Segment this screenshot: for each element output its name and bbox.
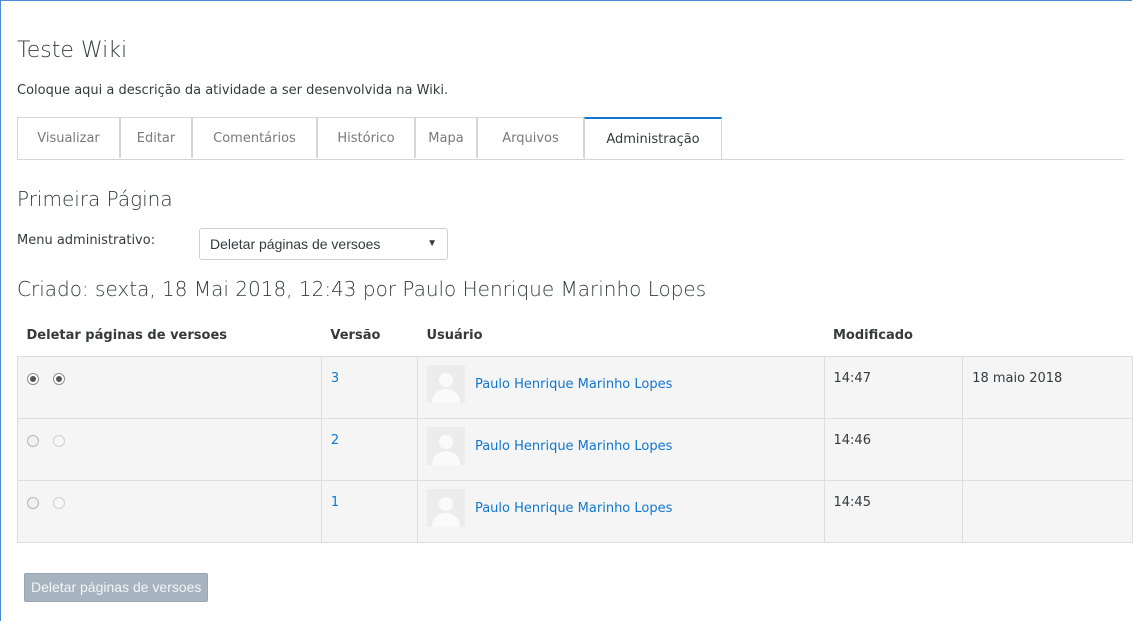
radio-from[interactable] <box>27 373 39 385</box>
date-cell <box>962 480 1133 543</box>
radio-to[interactable] <box>53 497 65 509</box>
tab-visualizar[interactable]: Visualizar <box>17 117 120 158</box>
column-header-version: Versão <box>330 327 381 343</box>
time-cell: 14:45 <box>823 480 964 543</box>
column-header-modified: Modificado <box>833 327 913 343</box>
page-subtitle: Primeira Página <box>17 187 173 211</box>
activity-description: Coloque aqui a descrição da atividade a … <box>17 83 449 98</box>
history-table: Deletar páginas de versoes Versão Usuári… <box>17 314 1133 543</box>
radio-to[interactable] <box>53 435 65 447</box>
time-cell: 14:46 <box>823 418 964 481</box>
version-cell: 1 <box>320 480 418 543</box>
modified-time: 14:46 <box>833 433 871 448</box>
wiki-tabs: Visualizar Editar Comentários Histórico … <box>17 117 1124 160</box>
column-header-date <box>963 314 1133 357</box>
version-cell: 2 <box>320 418 418 481</box>
user-link[interactable]: Paulo Henrique Marinho Lopes <box>475 501 672 516</box>
user-cell: Paulo Henrique Marinho Lopes <box>416 418 825 481</box>
tab-editar[interactable]: Editar <box>120 117 192 158</box>
modified-time: 14:47 <box>833 371 871 386</box>
table-row: 2 Paulo Henrique Marinho Lopes 14:46 <box>17 418 1133 481</box>
chevron-down-icon: ▼ <box>427 238 437 249</box>
date-cell <box>962 418 1133 481</box>
version-link[interactable]: 2 <box>331 433 339 448</box>
radio-to[interactable] <box>53 373 65 385</box>
date-cell: 18 maio 2018 <box>962 356 1133 419</box>
radio-from[interactable] <box>27 435 39 447</box>
radio-cell <box>17 418 322 481</box>
column-header-user: Usuário <box>426 327 483 343</box>
column-header-delete: Deletar páginas de versoes <box>26 327 228 343</box>
avatar[interactable] <box>426 489 465 527</box>
table-row: 1 Paulo Henrique Marinho Lopes 14:45 <box>17 480 1133 543</box>
tab-administracao[interactable]: Administração <box>584 117 722 159</box>
tab-mapa[interactable]: Mapa <box>415 117 477 158</box>
tab-comentarios[interactable]: Comentários <box>192 117 317 158</box>
page-title: Teste Wiki <box>17 38 128 63</box>
tab-arquivos[interactable]: Arquivos <box>477 117 584 158</box>
user-link[interactable]: Paulo Henrique Marinho Lopes <box>475 439 672 454</box>
user-link[interactable]: Paulo Henrique Marinho Lopes <box>475 377 672 392</box>
version-link[interactable]: 3 <box>331 371 339 386</box>
tab-historico[interactable]: Histórico <box>317 117 415 158</box>
radio-from[interactable] <box>27 497 39 509</box>
table-row: 3 Paulo Henrique Marinho Lopes 14:47 18 … <box>17 356 1133 419</box>
version-link[interactable]: 1 <box>331 495 339 510</box>
user-cell: Paulo Henrique Marinho Lopes <box>416 480 825 543</box>
radio-cell <box>17 356 322 419</box>
time-cell: 14:47 <box>823 356 964 419</box>
delete-versions-button[interactable]: Deletar páginas de versoes <box>24 573 209 602</box>
avatar[interactable] <box>426 365 465 403</box>
version-cell: 3 <box>320 356 418 419</box>
table-header-row: Deletar páginas de versoes Versão Usuári… <box>18 314 1133 357</box>
radio-cell <box>17 480 322 543</box>
admin-menu-label: Menu administrativo: <box>17 233 156 248</box>
created-info: Criado: sexta, 18 Mai 2018, 12:43 por Pa… <box>17 277 707 301</box>
admin-menu-select[interactable]: Deletar páginas de versoes ▼ <box>199 228 448 260</box>
user-cell: Paulo Henrique Marinho Lopes <box>416 356 825 419</box>
modified-time: 14:45 <box>833 495 871 510</box>
avatar[interactable] <box>426 427 465 465</box>
modified-date: 18 maio 2018 <box>972 371 1063 386</box>
admin-menu-selected-value: Deletar páginas de versoes <box>210 236 381 252</box>
